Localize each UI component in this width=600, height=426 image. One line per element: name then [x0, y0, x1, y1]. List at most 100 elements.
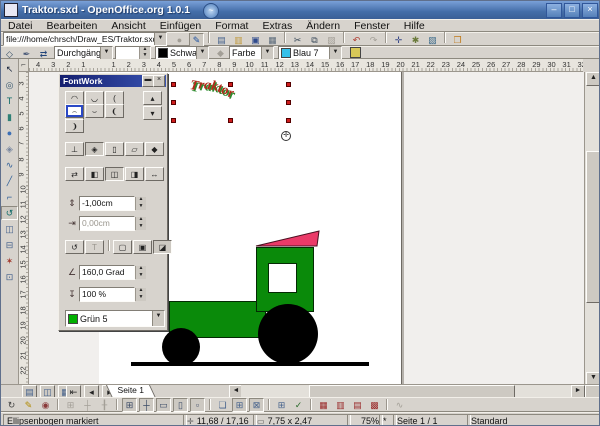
rotation-mode-icon[interactable]: ↻ — [4, 398, 19, 412]
menu-datei[interactable]: Datei — [1, 20, 40, 32]
rotate-tool-icon[interactable]: ↺ — [1, 206, 18, 220]
interaction-icon[interactable]: ⊡ — [1, 270, 18, 284]
quick-edit-icon[interactable]: ❏ — [215, 398, 230, 412]
zoom-icon[interactable]: ✱ — [408, 33, 423, 47]
preview-mode-icon[interactable]: ✓ — [291, 398, 306, 412]
line-color-select[interactable]: Schwarz ▼ — [155, 46, 209, 60]
snap-points-red-icon[interactable]: ▥ — [333, 398, 348, 412]
indent-spin-buttons[interactable]: ▲▼ — [135, 217, 146, 230]
selection-handle[interactable] — [286, 82, 291, 87]
glue-points-icon[interactable]: ◉ — [38, 398, 53, 412]
alignment-icon[interactable]: ◫ — [1, 222, 18, 236]
show-helplines-icon[interactable]: ┼ — [80, 398, 95, 412]
fontwork-no-shadow[interactable]: ▢ — [113, 240, 132, 254]
snap-to-margins-icon[interactable]: ▭ — [156, 398, 171, 412]
fontwork-slant-vertical[interactable]: ◆ — [145, 142, 164, 156]
indent-field[interactable]: 0,00cm — [79, 216, 135, 231]
helplines-front-icon[interactable]: ╂ — [97, 398, 112, 412]
vertical-ruler[interactable]: 345678910111213141516171819202122 — [19, 72, 29, 384]
snap-to-points-icon[interactable]: ▫ — [190, 398, 205, 412]
fontwork-semicircle-upper[interactable]: ⌢ — [65, 104, 84, 118]
fontwork-scroll-down[interactable]: ▾ — [143, 106, 162, 120]
snap-full-red-icon[interactable]: ▩ — [367, 398, 382, 412]
menu-ansicht[interactable]: Ansicht — [104, 20, 152, 32]
selection-handle[interactable] — [286, 118, 291, 123]
shadow-size-spin-buttons[interactable]: ▲▼ — [135, 288, 146, 301]
select-icon[interactable]: ↖ — [1, 62, 18, 76]
undo-icon[interactable]: ↶ — [349, 33, 364, 47]
fontwork-contour[interactable]: ↺ — [65, 240, 84, 254]
fontwork-align-center[interactable]: ◫ — [105, 167, 124, 181]
shadow-toggle-icon[interactable] — [350, 47, 361, 58]
chevron-down-icon[interactable]: ▼ — [196, 47, 208, 59]
chevron-down-icon[interactable]: ▼ — [152, 311, 164, 326]
vertical-scrollbar-thumb[interactable] — [586, 151, 600, 303]
lines-arrows-icon[interactable]: ╱ — [1, 174, 18, 188]
area-dialog-icon[interactable]: ◆ — [213, 46, 228, 60]
snap-to-border-icon[interactable]: ▯ — [173, 398, 188, 412]
maximize-button[interactable]: □ — [564, 3, 580, 18]
fontwork-align-right[interactable]: ◨ — [125, 167, 144, 181]
selection-handle[interactable] — [228, 118, 233, 123]
style-status[interactable]: Standard — [467, 414, 600, 426]
minimize-button[interactable]: – — [546, 3, 562, 18]
fill-color-select[interactable]: Blau 7 ▼ — [278, 46, 342, 60]
horizontal-ruler[interactable]: 4321123456789101112131415161718192021222… — [29, 59, 583, 72]
fontwork-text-contour[interactable]: T — [85, 240, 104, 254]
curve-tool-icon[interactable]: ∿ — [1, 158, 18, 172]
fontwork-semicircle-lower[interactable]: ⌣ — [85, 104, 104, 118]
selection-handle[interactable] — [171, 100, 176, 105]
fontwork-off[interactable]: ⊥ — [65, 142, 84, 156]
chevron-down-icon[interactable]: ▼ — [261, 47, 273, 59]
spin-down-icon[interactable]: ▼ — [136, 224, 146, 231]
line-style-select[interactable]: Durchgängig ▼ — [54, 46, 113, 60]
distance-field[interactable]: -1,00cm — [79, 196, 135, 211]
gallery-icon[interactable]: ▧ — [425, 33, 440, 47]
double-click-edit-icon[interactable]: ⊠ — [249, 398, 264, 412]
fill-type-select[interactable]: Farbe ▼ — [229, 46, 274, 60]
spin-down-icon[interactable]: ▼ — [136, 273, 146, 280]
fontwork-vertical-shadow[interactable]: ▣ — [133, 240, 152, 254]
fontwork-upright[interactable]: ▯ — [105, 142, 124, 156]
chevron-down-icon[interactable]: ▼ — [329, 47, 341, 59]
fontwork-circle-left[interactable]: ( — [105, 91, 124, 105]
close-button[interactable]: × — [582, 3, 598, 18]
fontwork-rotate[interactable]: ◈ — [85, 142, 104, 156]
rotation-pivot-icon[interactable]: ✛ — [281, 131, 291, 141]
zoom-page-icon[interactable]: ◎ — [1, 78, 18, 92]
fontwork-arc-lower[interactable]: ◡ — [85, 91, 104, 105]
navigator-icon[interactable]: ✛ — [391, 33, 406, 47]
tractor-front-wheel[interactable] — [162, 328, 200, 366]
url-field[interactable]: file:///home/chrsch/Draw_ES/Traktor.sxd — [4, 34, 154, 44]
fontwork-arch-left[interactable]: ❨ — [105, 104, 124, 118]
distance-spin-buttons[interactable]: ▲▼ — [135, 197, 146, 210]
tractor-window-rect[interactable] — [268, 263, 297, 293]
shadow-angle-field[interactable]: 160,0 Grad — [79, 265, 135, 280]
fontwork-slant-shadow[interactable]: ◪ — [153, 240, 172, 254]
fontwork-dialog[interactable]: FontWork ▬ × ◠◡() ⌢⌣❨❩ ▴▾ ⊥◈▯▱◆ ⇄◧◫◨↔ ⇕ … — [58, 73, 168, 331]
modify-with-attributes-icon[interactable]: ⊞ — [274, 398, 289, 412]
tractor-roof-polygon[interactable] — [254, 229, 322, 249]
cursor-position-status[interactable]: ✛11,68 / 17,16 — [183, 414, 257, 426]
edit-points-mode-icon[interactable]: ✎ — [21, 398, 36, 412]
insert-icon[interactable]: ✶ — [1, 254, 18, 268]
line-width-spin-buttons[interactable]: ▲▼ — [139, 47, 150, 59]
rectangle-tool-icon[interactable]: ▮ — [1, 110, 18, 124]
fontwork-autosize[interactable]: ↔ — [145, 167, 164, 181]
snap-area-red-icon[interactable]: ▤ — [350, 398, 365, 412]
spin-down-icon[interactable]: ▼ — [140, 53, 150, 59]
spin-down-icon[interactable]: ▼ — [136, 204, 146, 211]
line-width-stepper[interactable]: ▲▼ — [115, 46, 151, 60]
text-tool-icon[interactable]: T — [1, 94, 18, 108]
menu-bearbeiten[interactable]: Bearbeiten — [40, 20, 105, 32]
chevron-down-icon[interactable]: ▼ — [100, 47, 112, 59]
fontwork-arch-right[interactable]: ❩ — [65, 119, 84, 133]
snap-frame-red-icon[interactable]: ▦ — [316, 398, 331, 412]
selection-handle[interactable] — [286, 100, 291, 105]
presentation-box-icon[interactable]: ❒ — [450, 33, 465, 47]
redo-icon[interactable]: ↷ — [366, 33, 381, 47]
spin-down-icon[interactable]: ▼ — [136, 295, 146, 302]
fontwork-slant-horizontal[interactable]: ▱ — [125, 142, 144, 156]
fontwork-scroll-up[interactable]: ▴ — [143, 91, 162, 105]
tractor-ground-line[interactable] — [131, 362, 369, 366]
